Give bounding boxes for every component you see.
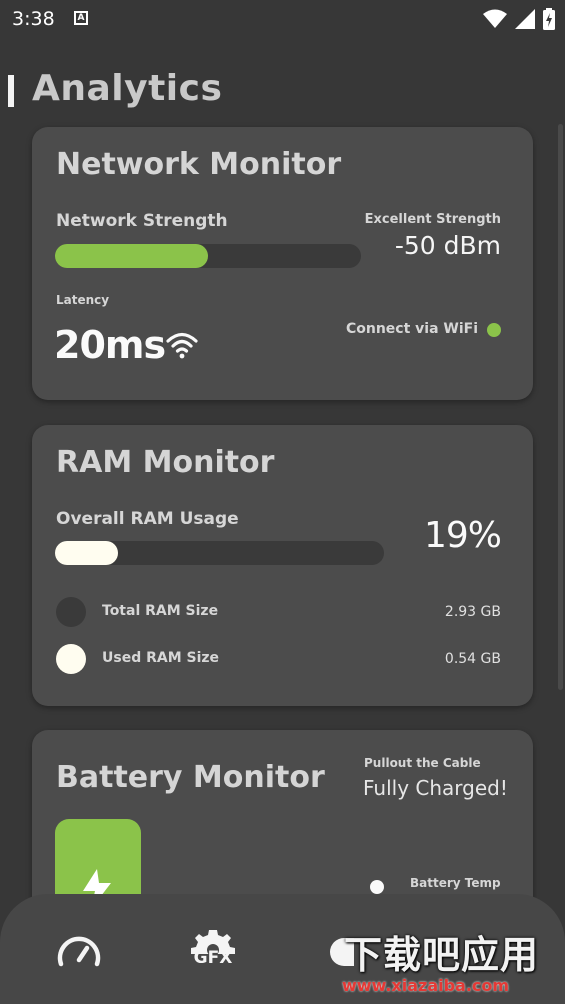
cell-signal-icon [515, 9, 535, 29]
scrollbar[interactable] [558, 124, 563, 690]
battery-hint: Pullout the Cable [364, 756, 481, 770]
network-strength-quality: Excellent Strength [364, 212, 501, 227]
wifi-icon [166, 332, 198, 359]
network-monitor-card: Network Monitor Network Strength Excelle… [32, 127, 533, 400]
gfx-label: GFX [193, 948, 233, 968]
wifi-signal-icon [483, 9, 507, 28]
status-bar: 3:38 A [0, 0, 565, 38]
network-card-title: Network Monitor [56, 147, 342, 182]
total-ram-legend-dot [56, 597, 86, 627]
used-ram-label: Used RAM Size [102, 650, 220, 666]
ram-monitor-card: RAM Monitor Overall RAM Usage 19% Total … [32, 425, 533, 706]
watermark-brand: 下载吧应用 [344, 933, 540, 977]
ram-usage-percent: 19% [423, 515, 502, 556]
total-ram-label: Total RAM Size [102, 603, 219, 619]
watermark: 下载吧应用 www.xiazaiba.com [334, 918, 564, 1002]
battery-card-title: Battery Monitor [56, 760, 325, 795]
network-strength-fill [55, 244, 208, 268]
network-strength-value: -50 dBm [394, 231, 501, 260]
title-accent-bar [8, 75, 14, 107]
connection-status-dot [487, 323, 501, 337]
status-time: 3:38 [12, 8, 55, 30]
battery-temp-dot [370, 880, 384, 894]
network-strength-bar [55, 244, 361, 268]
ram-card-title: RAM Monitor [56, 445, 275, 480]
total-ram-value: 2.93 GB [444, 604, 501, 620]
gfx-nav-button[interactable]: GFX [188, 928, 238, 978]
network-strength-label: Network Strength [56, 211, 228, 231]
ram-usage-label: Overall RAM Usage [56, 509, 239, 529]
watermark-url: www.xiazaiba.com [342, 976, 510, 995]
battery-temp-label: Battery Temp [410, 876, 501, 890]
battery-charging-icon [543, 8, 555, 30]
latency-value: 20ms [54, 323, 166, 367]
connection-type: Connect via WiFi [345, 321, 478, 337]
ram-usage-bar [55, 541, 384, 565]
battery-status: Fully Charged! [363, 776, 508, 800]
used-ram-value: 0.54 GB [444, 651, 501, 667]
page-title: Analytics [32, 68, 223, 109]
ram-usage-fill [55, 541, 118, 565]
latency-label: Latency [56, 293, 110, 307]
speedometer-icon[interactable] [56, 932, 102, 968]
used-ram-legend-dot [56, 644, 86, 674]
notification-icon: A [74, 11, 88, 25]
status-icons [483, 8, 555, 30]
